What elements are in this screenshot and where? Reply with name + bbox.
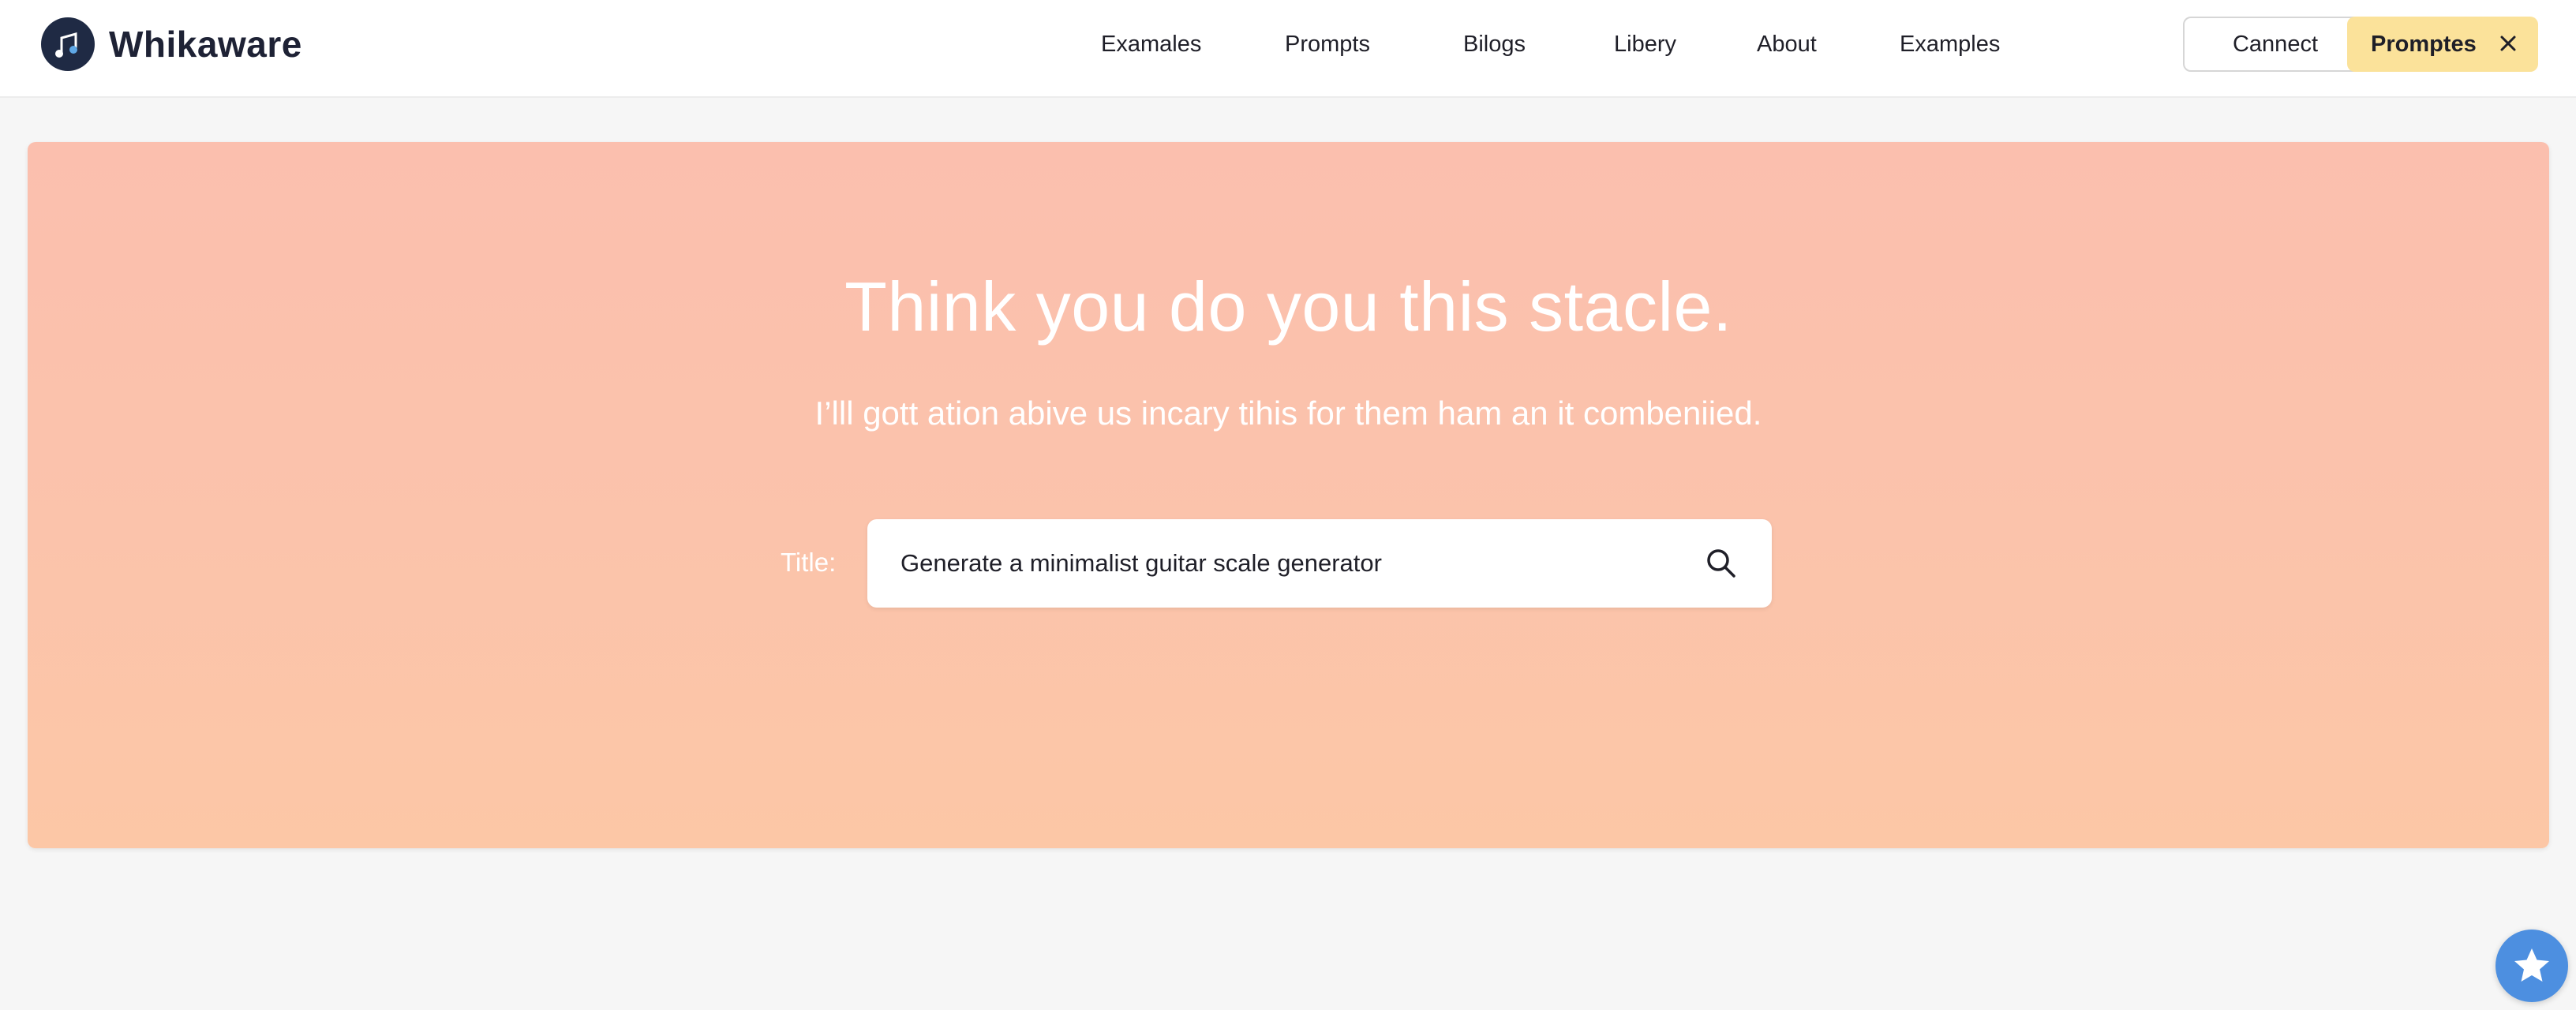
nav-item-bilogs[interactable]: Bilogs (1463, 32, 1526, 58)
nav-item-about[interactable]: About (1757, 32, 1817, 58)
nav-item-examples[interactable]: Examples (1900, 32, 2000, 58)
promptes-button[interactable]: Promptes (2347, 17, 2538, 72)
music-note-logo-icon (41, 17, 95, 71)
hero-subtitle: I’lll gott ation abive us incary tihis f… (814, 395, 1762, 432)
search-label: Title: (781, 548, 837, 577)
nav-item-prompts[interactable]: Prompts (1285, 32, 1370, 58)
promptes-label: Promptes (2371, 31, 2477, 57)
brand-link[interactable]: Whikaware (41, 17, 302, 71)
nav-item-examales[interactable]: Examales (1101, 32, 1201, 58)
favorite-button[interactable] (2496, 930, 2568, 1002)
nav-item-libery[interactable]: Libery (1614, 32, 1676, 58)
hero-title: Think you do you this stacle. (844, 267, 1732, 346)
close-icon[interactable] (2496, 31, 2521, 56)
top-header: Whikaware Examales Prompts Bilogs Libery… (0, 0, 2576, 98)
connect-button[interactable]: Cannect (2183, 17, 2368, 72)
hero-banner: Think you do you this stacle. I’lll gott… (28, 142, 2549, 848)
star-icon (2514, 948, 2549, 982)
search-icon[interactable] (1704, 546, 1739, 581)
search-box (867, 519, 1772, 608)
search-input[interactable] (899, 519, 1672, 608)
brand-name: Whikaware (109, 24, 302, 65)
